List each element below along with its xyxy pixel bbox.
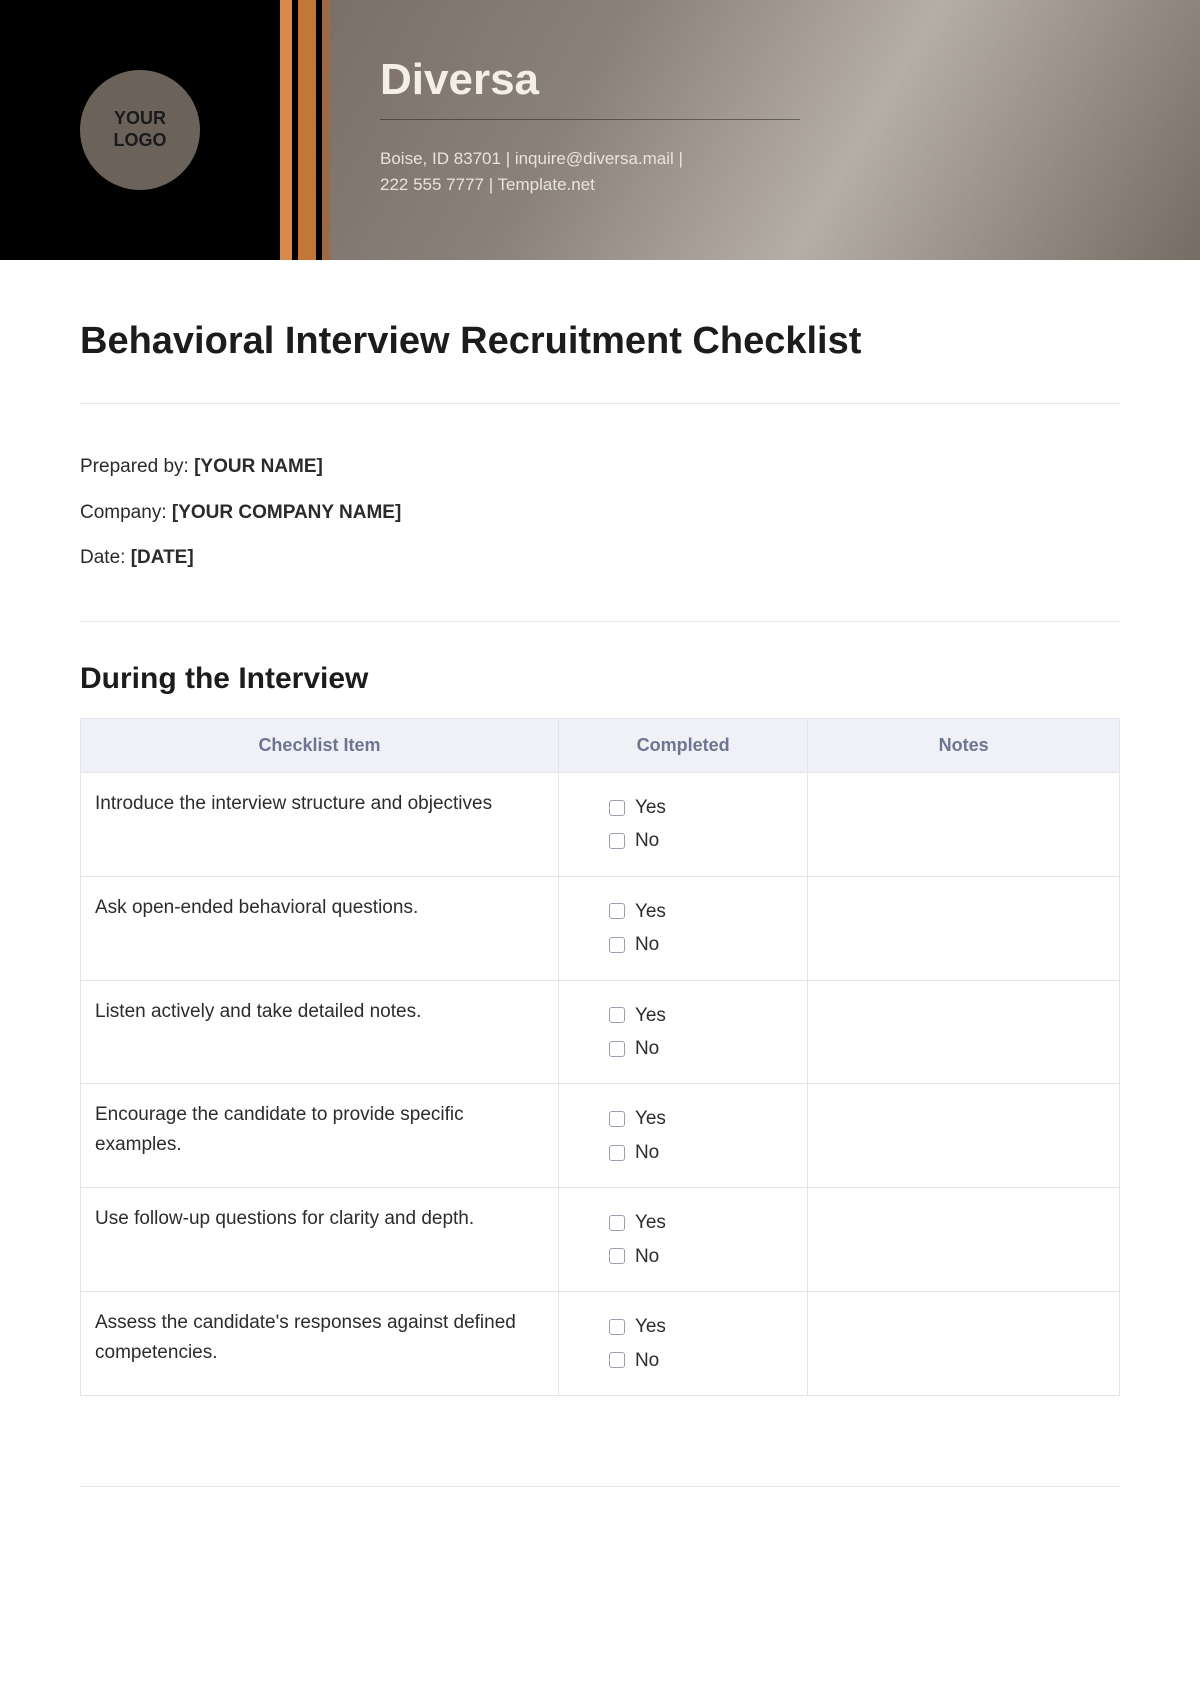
document-header: YOUR LOGO Diversa Boise, ID 83701 | inqu… [0, 0, 1200, 260]
brand-name: Diversa [380, 55, 1150, 119]
completed-cell: Yes No [558, 1292, 807, 1396]
checkbox-icon[interactable] [609, 800, 625, 816]
table-row: Use follow-up questions for clarity and … [81, 1188, 1120, 1292]
divider [80, 621, 1120, 622]
meta-label: Prepared by: [80, 456, 194, 477]
checkbox-label: No [635, 1034, 659, 1063]
checkbox-icon[interactable] [609, 1007, 625, 1023]
header-stripes [280, 0, 330, 260]
checkbox-yes-row: Yes [609, 793, 793, 822]
checkbox-icon[interactable] [609, 1041, 625, 1057]
checkbox-yes-row: Yes [609, 1208, 793, 1237]
col-header-completed: Completed [558, 718, 807, 772]
checkbox-label: No [635, 930, 659, 959]
table-row: Encourage the candidate to provide speci… [81, 1084, 1120, 1188]
checkbox-icon[interactable] [609, 833, 625, 849]
stripe [280, 0, 292, 260]
checkbox-no-row: No [609, 1346, 793, 1375]
col-header-notes: Notes [808, 718, 1120, 772]
meta-label: Company: [80, 502, 172, 523]
notes-cell[interactable] [808, 1292, 1120, 1396]
table-row: Assess the candidate's responses against… [81, 1292, 1120, 1396]
checkbox-icon[interactable] [609, 1215, 625, 1231]
meta-value: [YOUR COMPANY NAME] [172, 502, 401, 523]
checklist-item-cell: Encourage the candidate to provide speci… [81, 1084, 559, 1188]
logo-panel: YOUR LOGO [0, 0, 280, 260]
checkbox-yes-row: Yes [609, 1312, 793, 1341]
checklist-item-cell: Assess the candidate's responses against… [81, 1292, 559, 1396]
checkbox-label: Yes [635, 1312, 666, 1341]
notes-cell[interactable] [808, 876, 1120, 980]
meta-date: Date: [DATE] [80, 535, 1120, 581]
checkbox-label: Yes [635, 1208, 666, 1237]
meta-value: [YOUR NAME] [194, 456, 323, 477]
checkbox-label: Yes [635, 1104, 666, 1133]
table-row: Introduce the interview structure and ob… [81, 772, 1120, 876]
completed-cell: Yes No [558, 876, 807, 980]
checkbox-label: No [635, 1138, 659, 1167]
notes-cell[interactable] [808, 1188, 1120, 1292]
completed-cell: Yes No [558, 1188, 807, 1292]
brand-panel: Diversa Boise, ID 83701 | inquire@divers… [330, 0, 1200, 260]
meta-block: Prepared by: [YOUR NAME] Company: [YOUR … [80, 444, 1120, 581]
meta-label: Date: [80, 547, 131, 568]
table-header-row: Checklist Item Completed Notes [81, 718, 1120, 772]
checkbox-icon[interactable] [609, 1352, 625, 1368]
notes-cell[interactable] [808, 1084, 1120, 1188]
checkbox-icon[interactable] [609, 1248, 625, 1264]
page-title: Behavioral Interview Recruitment Checkli… [80, 320, 1120, 363]
checkbox-yes-row: Yes [609, 1104, 793, 1133]
checkbox-icon[interactable] [609, 1145, 625, 1161]
completed-cell: Yes No [558, 980, 807, 1084]
notes-cell[interactable] [808, 772, 1120, 876]
contact-info: Boise, ID 83701 | inquire@diversa.mail |… [380, 146, 800, 199]
checkbox-no-row: No [609, 930, 793, 959]
checkbox-yes-row: Yes [609, 1001, 793, 1030]
contact-line: Boise, ID 83701 | inquire@diversa.mail | [380, 146, 800, 172]
checklist-item-cell: Introduce the interview structure and ob… [81, 772, 559, 876]
checkbox-label: Yes [635, 793, 666, 822]
meta-company: Company: [YOUR COMPANY NAME] [80, 490, 1120, 536]
checkbox-label: Yes [635, 1001, 666, 1030]
col-header-item: Checklist Item [81, 718, 559, 772]
checkbox-yes-row: Yes [609, 897, 793, 926]
checkbox-no-row: No [609, 1034, 793, 1063]
checkbox-label: No [635, 1242, 659, 1271]
checkbox-label: Yes [635, 897, 666, 926]
notes-cell[interactable] [808, 980, 1120, 1084]
section-title: During the Interview [80, 662, 1120, 696]
divider [80, 1486, 1120, 1487]
checkbox-icon[interactable] [609, 937, 625, 953]
stripe [298, 0, 316, 260]
document-body: Behavioral Interview Recruitment Checkli… [0, 260, 1200, 1436]
checkbox-icon[interactable] [609, 1319, 625, 1335]
brand-underline [380, 119, 800, 120]
checkbox-label: No [635, 826, 659, 855]
checkbox-label: No [635, 1346, 659, 1375]
meta-value: [DATE] [131, 547, 194, 568]
meta-prepared: Prepared by: [YOUR NAME] [80, 444, 1120, 490]
table-row: Ask open-ended behavioral questions. Yes N… [81, 876, 1120, 980]
contact-line: 222 555 7777 | Template.net [380, 172, 800, 198]
divider [80, 403, 1120, 404]
checklist-item-cell: Use follow-up questions for clarity and … [81, 1188, 559, 1292]
checklist-item-cell: Ask open-ended behavioral questions. [81, 876, 559, 980]
checkbox-no-row: No [609, 1242, 793, 1271]
checkbox-no-row: No [609, 826, 793, 855]
checklist-item-cell: Listen actively and take detailed notes. [81, 980, 559, 1084]
logo-placeholder: YOUR LOGO [80, 70, 200, 190]
checkbox-no-row: No [609, 1138, 793, 1167]
stripe [322, 0, 330, 260]
logo-text-line2: LOGO [114, 130, 167, 152]
completed-cell: Yes No [558, 1084, 807, 1188]
checkbox-icon[interactable] [609, 903, 625, 919]
completed-cell: Yes No [558, 772, 807, 876]
logo-text-line1: YOUR [114, 108, 167, 130]
table-row: Listen actively and take detailed notes.… [81, 980, 1120, 1084]
checkbox-icon[interactable] [609, 1111, 625, 1127]
checklist-table: Checklist Item Completed Notes Introduce… [80, 718, 1120, 1396]
